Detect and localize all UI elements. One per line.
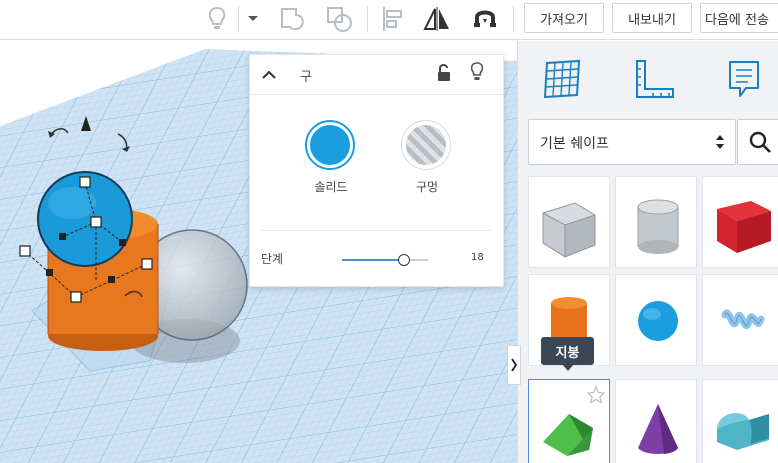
solid-label: 솔리드 <box>314 180 348 194</box>
mirror-icon[interactable] <box>420 3 454 35</box>
shape-tile-sphere[interactable] <box>615 274 697 366</box>
hole-swatch <box>406 125 446 165</box>
steps-slider[interactable] <box>342 254 428 266</box>
hole-option[interactable] <box>401 120 451 170</box>
top-toolbar: 가져오기 내보내기 다음에 전송 <box>0 0 778 40</box>
shapes-panel: 기본 쉐이프 <box>517 41 778 463</box>
shape-tile-cone[interactable] <box>615 379 697 463</box>
shape-tile-round-roof[interactable] <box>702 379 778 463</box>
shape-library-label: 기본 쉐이프 <box>540 136 609 152</box>
steps-value: 18 <box>471 252 484 263</box>
send-to-button[interactable]: 다음에 전송 <box>700 3 778 33</box>
steps-slider-fill <box>342 259 404 261</box>
search-icon <box>749 131 771 153</box>
export-button[interactable]: 내보내기 <box>612 3 692 33</box>
magnet-icon[interactable] <box>468 3 502 35</box>
notes-icon[interactable] <box>720 55 768 103</box>
inspector-divider <box>261 230 491 231</box>
tinkercad-editor: 가져오기 내보내기 다음에 전송 구 솔리드 구멍 단계 18 기본 쉐이프 지… <box>0 0 778 463</box>
search-button[interactable] <box>737 119 778 165</box>
collapse-panel-button[interactable] <box>507 345 521 385</box>
ungroup-icon[interactable] <box>322 3 356 35</box>
select-updown-icon <box>715 133 725 155</box>
tooltip-arrow <box>562 364 574 371</box>
lightbulb-icon[interactable] <box>469 62 485 86</box>
inspector-header: 구 <box>250 55 503 95</box>
shape-inspector: 구 솔리드 구멍 단계 18 <box>249 54 504 287</box>
solid-swatch <box>310 125 350 165</box>
shape-tooltip: 지붕 <box>541 337 594 365</box>
hole-label: 구멍 <box>415 180 439 194</box>
align-icon[interactable] <box>375 3 409 35</box>
dropdown-caret-icon[interactable] <box>242 3 264 35</box>
lightbulb-icon[interactable] <box>200 3 234 35</box>
steps-slider-thumb[interactable] <box>397 254 410 266</box>
shape-tile-scribble[interactable] <box>702 274 778 366</box>
solid-option[interactable] <box>305 120 355 170</box>
steps-label: 단계 <box>261 252 284 266</box>
toolbar-divider <box>513 6 514 32</box>
collapse-chevron-icon[interactable] <box>261 66 277 85</box>
import-button[interactable]: 가져오기 <box>524 3 604 33</box>
shape-tile-cylinder-hole[interactable] <box>615 176 697 268</box>
ruler-icon[interactable] <box>630 55 678 103</box>
shape-library-select[interactable]: 기본 쉐이프 <box>528 119 736 165</box>
group-icon[interactable] <box>275 3 309 35</box>
shape-tile-roof[interactable] <box>528 379 610 463</box>
workplane-grid-icon[interactable] <box>538 55 586 103</box>
shape-tile-box-hole[interactable] <box>528 176 610 268</box>
toolbar-divider <box>238 6 239 32</box>
inspector-title: 구 <box>300 70 312 85</box>
lock-open-icon[interactable] <box>436 63 452 87</box>
shape-tile-box[interactable] <box>702 176 778 268</box>
chevron-right-icon <box>511 358 518 372</box>
toolbar-divider <box>367 6 368 32</box>
